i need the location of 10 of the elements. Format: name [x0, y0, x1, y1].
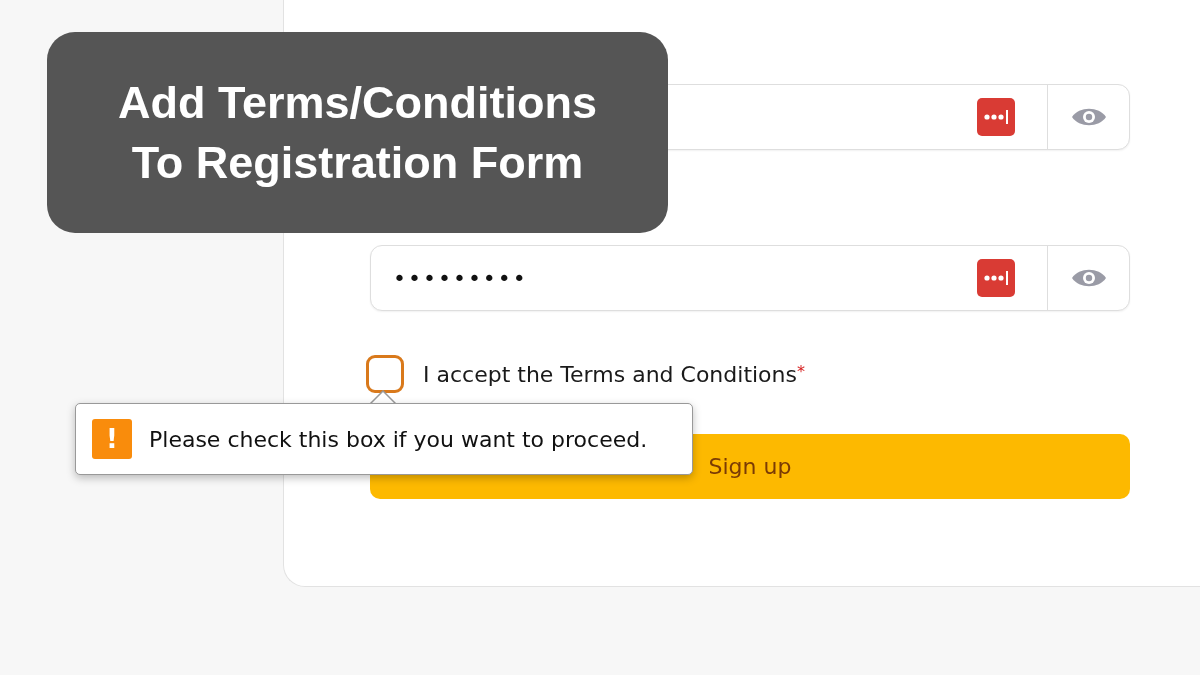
- terms-label: I accept the Terms and Conditions*: [423, 361, 805, 387]
- password-manager-icon[interactable]: [977, 259, 1015, 297]
- banner-title: Add Terms/Conditions: [117, 76, 598, 129]
- eye-icon: [1070, 267, 1107, 289]
- banner-title: To Registration Form: [131, 136, 584, 189]
- warning-icon: !: [92, 419, 132, 459]
- password-field[interactable]: •••••••••: [370, 245, 1130, 311]
- field-value: •••••••••: [392, 265, 529, 291]
- eye-icon: [1070, 106, 1107, 128]
- password-manager-icon[interactable]: [977, 98, 1015, 136]
